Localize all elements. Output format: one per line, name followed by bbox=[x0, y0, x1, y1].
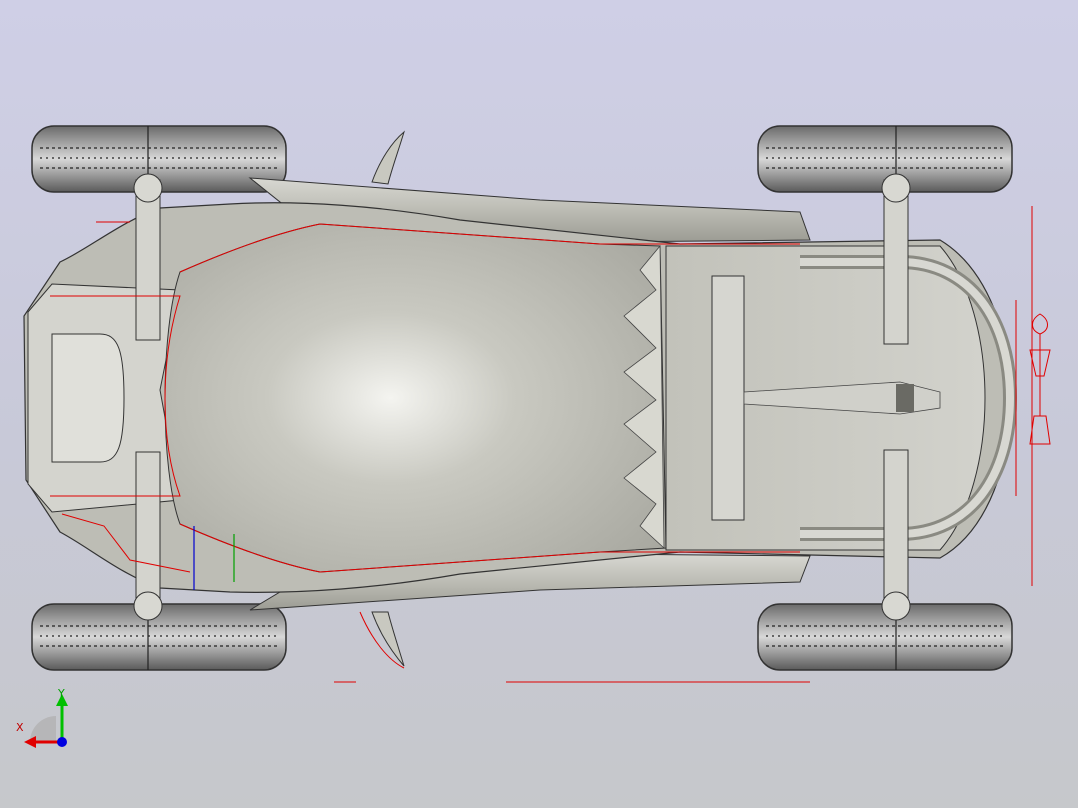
rear-axle-right bbox=[881, 449, 911, 621]
z-axis-dot-icon bbox=[57, 737, 67, 747]
coordinate-triad: X Y bbox=[10, 686, 74, 750]
car-body bbox=[23, 202, 1018, 593]
front-axle-right bbox=[133, 451, 163, 621]
x-axis-label: X bbox=[16, 721, 24, 734]
front-axle-left bbox=[133, 173, 163, 341]
y-axis-label: Y bbox=[58, 687, 65, 700]
rear-axle-left bbox=[881, 173, 911, 345]
cad-3d-viewport[interactable] bbox=[0, 0, 1078, 808]
y-axis-arrow-icon bbox=[56, 694, 68, 742]
